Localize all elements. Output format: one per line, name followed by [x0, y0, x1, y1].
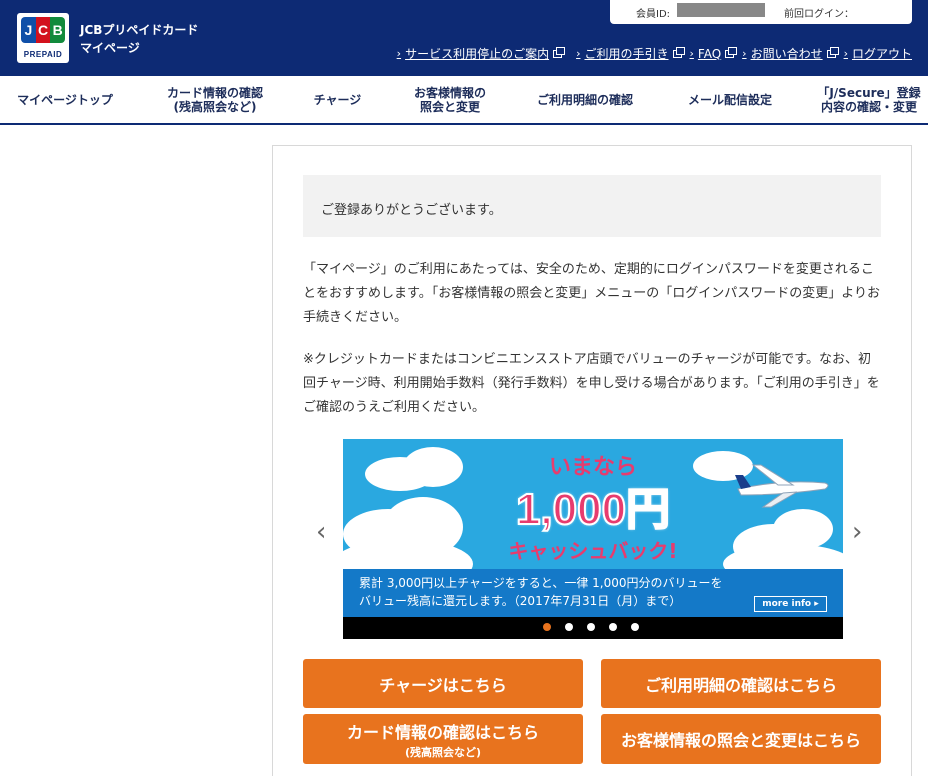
- service-stop-link[interactable]: › サービス利用停止のご案内: [396, 45, 566, 62]
- banner-description: 累計 3,000円以上チャージをすると、一律 1,000円分のバリューを バリュ…: [359, 576, 723, 608]
- header-links: › サービス利用停止のご案内 › ご利用の手引き › FAQ › お問い合わせ › ログア…: [389, 45, 912, 62]
- external-link-icon: [725, 46, 738, 58]
- nav-item-usage-history[interactable]: ご利用明細の確認: [520, 76, 650, 124]
- carousel-dot[interactable]: [565, 623, 573, 631]
- chevron-right-icon: ›: [689, 47, 694, 60]
- registration-notice: ご登録ありがとうございます。: [303, 175, 881, 237]
- more-info-button[interactable]: more info ▸: [754, 596, 827, 612]
- jcb-prepaid-logo[interactable]: JCB PREPAID: [17, 13, 69, 63]
- charge-button[interactable]: チャージはこちら: [303, 659, 583, 708]
- member-info-box: 会員ID: 前回ログイン：: [610, 0, 912, 24]
- jcb-logo-icon: JCB: [21, 17, 66, 43]
- main-nav: マイページトップ カード情報の確認 (残高照会など) チャージ お客様情報の 照会と…: [0, 76, 928, 125]
- member-id-masked: [677, 3, 765, 17]
- campaign-banner[interactable]: いまなら 1,000円 キャッシュバック! 累計 3,000円以上チャージをする…: [343, 439, 843, 639]
- logo-prepaid-text: PREPAID: [23, 50, 63, 59]
- chevron-right-icon: ›: [843, 47, 848, 60]
- nav-item-charge[interactable]: チャージ: [290, 76, 385, 124]
- brand-subtitle: マイページ: [80, 41, 140, 55]
- customer-info-button[interactable]: お客様情報の照会と変更はこちら: [601, 714, 881, 764]
- carousel-dot[interactable]: [609, 623, 617, 631]
- brand-title: JCBプリペイドカード: [80, 23, 199, 37]
- chevron-right-icon: ›: [396, 47, 402, 60]
- nav-item-jsecure[interactable]: 「J/Secure」登録 内容の確認・変更: [810, 76, 928, 124]
- external-link-icon: [826, 46, 839, 58]
- contact-link[interactable]: › お問い合わせ: [742, 45, 839, 62]
- carousel-next-icon[interactable]: ›: [852, 517, 862, 547]
- nav-item-card-info[interactable]: カード情報の確認 (残高照会など): [150, 76, 280, 124]
- banner-headline-amount: 1,000円: [515, 484, 671, 535]
- carousel-dot[interactable]: [543, 623, 551, 631]
- member-id-label: 会員ID:: [636, 9, 671, 20]
- logout-link[interactable]: › ログアウト: [844, 45, 912, 62]
- card-info-button[interactable]: カード情報の確認はこちら (残高照会など): [303, 714, 583, 764]
- chevron-right-icon: ›: [576, 47, 581, 60]
- carousel-dot[interactable]: [587, 623, 595, 631]
- external-link-icon: [672, 46, 685, 58]
- banner-headline-cashback: キャッシュバック!: [508, 539, 678, 563]
- nav-item-mypage-top[interactable]: マイページトップ: [0, 76, 130, 124]
- nav-item-mail-settings[interactable]: メール配信設定: [670, 76, 790, 124]
- user-guide-link[interactable]: › ご利用の手引き: [576, 45, 685, 62]
- carousel-prev-icon[interactable]: ‹: [316, 517, 326, 547]
- password-advice-text: 「マイページ」のご利用にあたっては、安全のため、定期的にログインパスワードを変更…: [303, 262, 880, 325]
- carousel-dot[interactable]: [631, 623, 639, 631]
- faq-link[interactable]: › FAQ: [689, 46, 738, 61]
- carousel-dots: [543, 623, 653, 631]
- header: JCB PREPAID JCBプリペイドカード マイページ 会員ID: 前回ログ…: [0, 0, 928, 76]
- external-link-icon: [553, 46, 566, 58]
- nav-item-customer-info[interactable]: お客様情報の 照会と変更: [395, 76, 505, 124]
- charge-info-text: ※クレジットカードまたはコンビニエンスストア店頭でバリューのチャージが可能です。…: [303, 352, 880, 415]
- last-login-label: 前回ログイン：: [784, 9, 854, 20]
- chevron-right-icon: ›: [742, 47, 747, 60]
- usage-history-button[interactable]: ご利用明細の確認はこちら: [601, 659, 881, 708]
